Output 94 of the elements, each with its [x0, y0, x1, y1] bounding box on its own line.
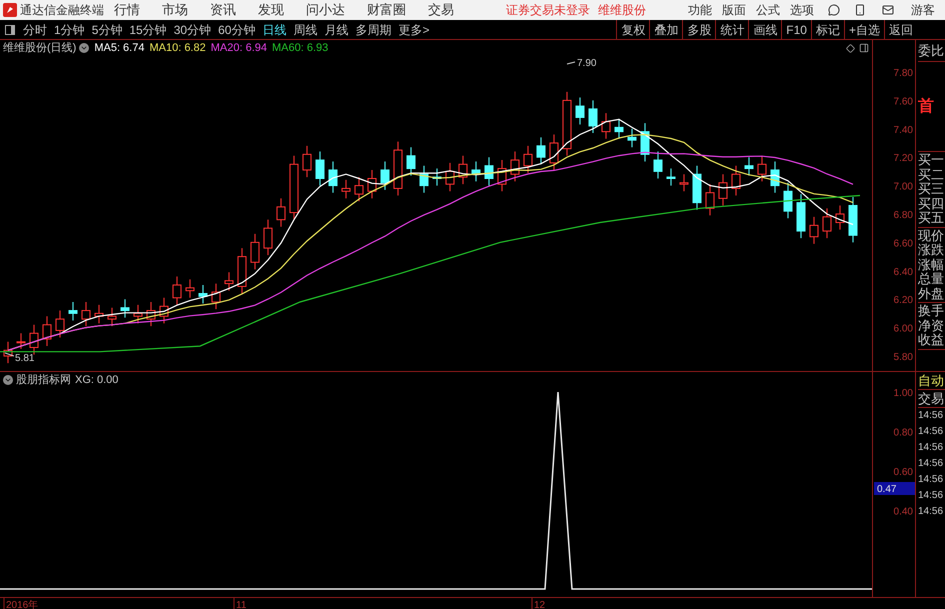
chart-title: 维维股份(日线) — [3, 40, 76, 56]
price-axis-label: 6.40 — [894, 266, 913, 278]
price-axis-label: 6.80 — [894, 210, 913, 221]
period-tab[interactable]: 日线 — [262, 20, 286, 38]
indicator-title: 股朋指标网 — [16, 372, 71, 388]
menu-item[interactable]: 交易 — [428, 0, 454, 20]
quote-label: 买五 — [918, 211, 945, 226]
quote-label: 总量 — [918, 272, 945, 286]
indicator-axis-label: 1.00 — [894, 388, 913, 399]
quote-label: 买一 — [918, 153, 945, 168]
menu-item[interactable]: 问小达 — [306, 0, 345, 20]
trade-time: 14:56 — [918, 457, 944, 471]
period-tab[interactable]: 30分钟 — [174, 20, 212, 38]
indicator-axis-label: 0.60 — [894, 467, 913, 478]
trade-time: 14:56 — [918, 489, 944, 503]
status-text: 证券交易未登录 — [506, 2, 590, 19]
date-axis-label: 2016年 — [6, 600, 38, 609]
quote-label: 换手 — [918, 304, 945, 318]
tool-button[interactable]: 叠加 — [649, 20, 682, 39]
period-tab[interactable]: 5分钟 — [92, 20, 122, 38]
trade-time: 14:56 — [918, 473, 944, 487]
tool-button[interactable]: 返回 — [884, 20, 917, 39]
price-axis-label: 7.20 — [894, 153, 913, 164]
panel-toggle-icon[interactable] — [5, 24, 15, 34]
phone-icon[interactable] — [854, 4, 866, 16]
trade-time: 14:56 — [918, 441, 944, 455]
period-tab[interactable]: 更多> — [398, 20, 430, 38]
quote-label: 买四 — [918, 196, 945, 211]
menu-item[interactable]: 财富圈 — [367, 0, 406, 20]
ma-legend: MA5: 6.74 — [94, 40, 144, 56]
period-tab[interactable]: 月线 — [324, 20, 348, 38]
app-title: 通达信金融终端 — [20, 2, 102, 19]
tool-button[interactable]: 统计 — [715, 20, 748, 39]
period-tab[interactable]: 15分钟 — [129, 20, 167, 38]
tool-button[interactable]: 标记 — [810, 20, 844, 39]
dropdown-icon[interactable] — [3, 375, 13, 385]
price-axis-label: 6.00 — [894, 324, 913, 335]
quote-label: 外盘 — [918, 286, 945, 301]
status-text: 维维股份 — [598, 2, 646, 19]
period-tab[interactable]: 分时 — [23, 20, 47, 38]
menu-item[interactable]: 公式 — [756, 1, 780, 19]
tool-button[interactable]: 复权 — [616, 20, 650, 39]
period-tab[interactable]: 1分钟 — [54, 20, 85, 38]
tool-button[interactable]: 多股 — [682, 20, 716, 39]
trade-label: 交易 — [918, 390, 945, 408]
trade-mode-label[interactable]: 自动 — [918, 372, 945, 390]
price-axis-label: 6.20 — [894, 295, 913, 306]
quote-label: 涨跌 — [918, 243, 945, 258]
mail-icon[interactable] — [882, 4, 894, 16]
ma-legend: MA60: 6.93 — [272, 40, 328, 56]
price-axis-label: 5.80 — [894, 352, 913, 363]
ma-legend: MA20: 6.94 — [210, 40, 267, 56]
quote-label: 收益 — [918, 333, 945, 348]
chat-icon[interactable] — [828, 4, 840, 16]
menu-item[interactable]: 选项 — [790, 1, 814, 19]
board-label: 首 — [918, 96, 934, 116]
quote-label: 净资 — [918, 318, 945, 333]
quote-label: 买二 — [918, 168, 945, 182]
quote-label: 现价 — [918, 228, 945, 243]
quote-label: 涨幅 — [918, 258, 945, 272]
trade-time: 14:56 — [918, 425, 944, 439]
diamond-icon[interactable] — [846, 44, 855, 52]
menu-item[interactable]: 发现 — [258, 0, 284, 20]
price-axis-label: 6.60 — [894, 238, 913, 250]
menu-item[interactable]: 行情 — [114, 0, 140, 20]
tool-button[interactable]: 画线 — [748, 20, 782, 39]
period-tab[interactable]: 60分钟 — [218, 20, 256, 38]
panel-toggle-icon[interactable] — [859, 43, 869, 53]
menu-item[interactable]: 市场 — [162, 0, 188, 20]
period-tab[interactable]: 周线 — [293, 20, 318, 38]
panel-label: 委比 — [918, 42, 944, 60]
dropdown-icon[interactable] — [79, 43, 90, 53]
menu-item[interactable]: 资讯 — [210, 0, 236, 20]
indicator-reading: XG: 0.00 — [75, 372, 118, 388]
tool-button[interactable]: +自选 — [844, 20, 884, 39]
trade-time: 14:56 — [918, 409, 944, 423]
price-axis-label: 7.80 — [894, 68, 913, 79]
quote-label: 买三 — [918, 182, 945, 196]
tool-button[interactable]: F10 — [781, 20, 811, 39]
indicator-axis-label: 0.40 — [894, 506, 913, 518]
date-axis-label: 11 — [236, 600, 246, 609]
price-axis-label: 7.00 — [894, 182, 913, 193]
price-axis-label: 7.40 — [894, 124, 913, 136]
indicator-axis-label: 0.80 — [894, 428, 913, 438]
price-axis-label: 7.60 — [894, 96, 913, 108]
menu-item[interactable]: 版面 — [722, 1, 746, 19]
date-axis-label: 12 — [534, 600, 546, 609]
trade-time: 14:56 — [918, 505, 944, 519]
ma-legend: MA10: 6.82 — [149, 40, 206, 56]
user-label[interactable]: 游客 — [911, 1, 935, 19]
app-logo-icon — [3, 3, 17, 17]
menu-item[interactable]: 功能 — [688, 1, 712, 19]
period-tab[interactable]: 多周期 — [355, 20, 392, 38]
cursor-value-label: 0.47 — [874, 482, 916, 495]
